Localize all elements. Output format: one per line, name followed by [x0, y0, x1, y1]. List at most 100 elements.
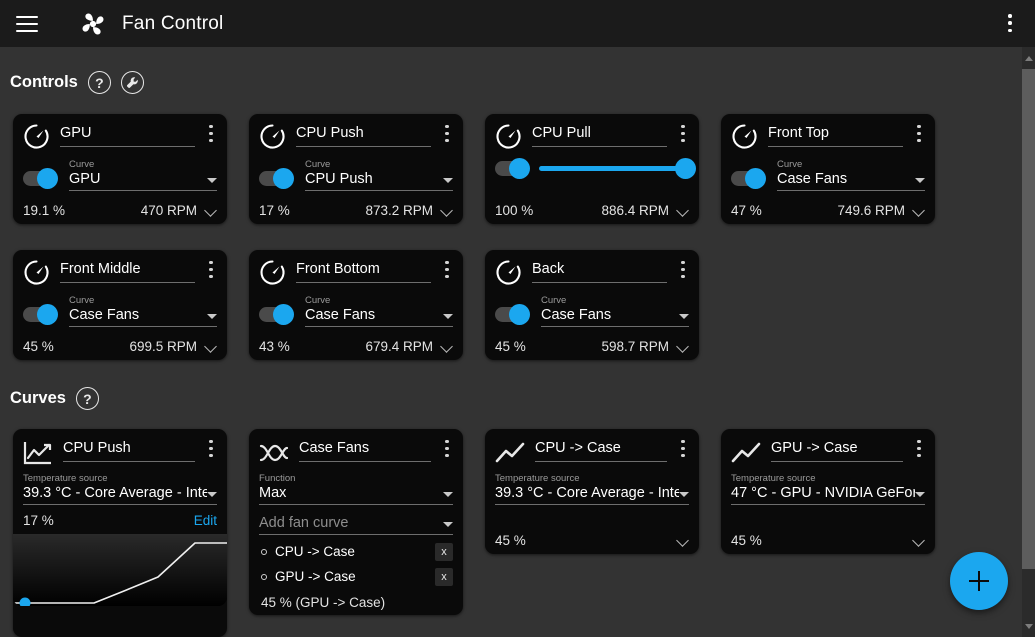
chevron-down-icon[interactable]: [915, 492, 925, 497]
chevron-down-icon[interactable]: [207, 492, 217, 497]
control-enable-toggle[interactable]: [23, 171, 57, 186]
control-enable-toggle[interactable]: [259, 171, 293, 186]
chevron-down-icon[interactable]: [443, 522, 453, 527]
hamburger-menu-icon[interactable]: [16, 16, 38, 32]
chevron-down-icon[interactable]: [443, 178, 453, 183]
controls-help-icon[interactable]: ?: [88, 71, 111, 94]
window-overflow-menu-icon[interactable]: [999, 12, 1021, 34]
expand-chevron-icon[interactable]: [677, 204, 690, 217]
control-enable-toggle[interactable]: [259, 307, 293, 322]
temperature-source-box[interactable]: 39.3 °C - Core Average - Intel Core: [23, 484, 217, 505]
curve-select[interactable]: Curve Case Fans: [777, 159, 925, 191]
remove-item-button[interactable]: x: [435, 568, 453, 586]
list-item[interactable]: GPU -> Case x: [261, 564, 453, 589]
scroll-down-button[interactable]: [1022, 615, 1035, 637]
edit-curve-button[interactable]: Edit: [194, 513, 217, 528]
chevron-down-icon[interactable]: [443, 492, 453, 497]
control-card[interactable]: CPU Pull 100 % 886.4 RPM: [485, 114, 699, 224]
control-card[interactable]: GPU Curve GPU 19.1 % 470 RPM: [13, 114, 227, 224]
add-button[interactable]: [950, 552, 1008, 610]
curve-select[interactable]: Curve Case Fans: [541, 295, 689, 327]
chevron-down-icon[interactable]: [443, 314, 453, 319]
curve-select-box[interactable]: Case Fans: [777, 170, 925, 191]
control-name-input[interactable]: CPU Push: [296, 124, 431, 147]
curve-select-box[interactable]: Case Fans: [305, 306, 453, 327]
chevron-down-icon[interactable]: [207, 178, 217, 183]
control-menu-icon[interactable]: [203, 125, 219, 142]
slider-thumb[interactable]: [675, 158, 696, 179]
curve-select[interactable]: Curve CPU Push: [305, 159, 453, 191]
temperature-source-select[interactable]: Temperature source 39.3 °C - Core Averag…: [13, 467, 227, 505]
curve-select[interactable]: Curve GPU: [69, 159, 217, 191]
curve-menu-icon[interactable]: [675, 440, 691, 457]
control-name-input[interactable]: CPU Pull: [532, 124, 667, 147]
curves-help-icon[interactable]: ?: [76, 387, 99, 410]
control-name-input[interactable]: Front Bottom: [296, 260, 431, 283]
control-card[interactable]: Back Curve Case Fans 45 % 598.7 RPM: [485, 250, 699, 360]
vertical-scrollbar[interactable]: [1022, 47, 1035, 637]
scroll-up-button[interactable]: [1022, 47, 1035, 69]
curve-menu-icon[interactable]: [911, 440, 927, 457]
curve-graph[interactable]: [13, 534, 227, 606]
temperature-source-box[interactable]: 47 °C - GPU - NVIDIA GeForce GTX: [731, 484, 925, 505]
remove-item-button[interactable]: x: [435, 543, 453, 561]
curve-menu-icon[interactable]: [203, 440, 219, 457]
curve-name-input[interactable]: CPU Push: [63, 439, 195, 462]
expand-chevron-icon[interactable]: [441, 204, 454, 217]
control-card[interactable]: Front Bottom Curve Case Fans 43 % 679.4 …: [249, 250, 463, 360]
curve-select-box[interactable]: GPU: [69, 170, 217, 191]
curve-name-input[interactable]: CPU -> Case: [535, 439, 667, 462]
list-item[interactable]: CPU -> Case x: [261, 539, 453, 564]
curve-select[interactable]: Curve Case Fans: [305, 295, 453, 327]
curve-name-input[interactable]: Case Fans: [299, 439, 431, 462]
curve-select-box[interactable]: CPU Push: [305, 170, 453, 191]
control-card[interactable]: CPU Push Curve CPU Push 17 % 873.2 RPM: [249, 114, 463, 224]
expand-chevron-icon[interactable]: [205, 340, 218, 353]
control-menu-icon[interactable]: [675, 125, 691, 142]
chevron-down-icon[interactable]: [207, 314, 217, 319]
expand-chevron-icon[interactable]: [913, 534, 926, 547]
add-fan-curve-select[interactable]: Add fan curve: [249, 505, 463, 535]
speed-slider[interactable]: [539, 166, 687, 171]
expand-chevron-icon[interactable]: [677, 534, 690, 547]
control-menu-icon[interactable]: [675, 261, 691, 278]
control-card[interactable]: Front Top Curve Case Fans 47 % 749.6 RPM: [721, 114, 935, 224]
control-enable-toggle[interactable]: [731, 171, 765, 186]
curve-name-input[interactable]: GPU -> Case: [771, 439, 903, 462]
expand-chevron-icon[interactable]: [441, 340, 454, 353]
curve-card[interactable]: GPU -> Case Temperature source 47 °C - G…: [721, 429, 935, 554]
temperature-source-box[interactable]: 39.3 °C - Core Average - Intel Core: [495, 484, 689, 505]
temperature-source-select[interactable]: Temperature source 47 °C - GPU - NVIDIA …: [721, 467, 935, 505]
control-menu-icon[interactable]: [439, 261, 455, 278]
curve-card[interactable]: CPU Push Temperature source 39.3 °C - Co…: [13, 429, 227, 637]
expand-chevron-icon[interactable]: [913, 204, 926, 217]
control-name-input[interactable]: Back: [532, 260, 667, 283]
expand-chevron-icon[interactable]: [677, 340, 690, 353]
temperature-source-select[interactable]: Temperature source 39.3 °C - Core Averag…: [485, 467, 699, 505]
control-card[interactable]: Front Middle Curve Case Fans 45 % 699.5 …: [13, 250, 227, 360]
curve-card[interactable]: Case Fans Function Max Add fan curve: [249, 429, 463, 615]
curve-menu-icon[interactable]: [439, 440, 455, 457]
function-select[interactable]: Function Max: [249, 467, 463, 505]
curve-card[interactable]: CPU -> Case Temperature source 39.3 °C -…: [485, 429, 699, 554]
control-enable-toggle[interactable]: [23, 307, 57, 322]
chevron-down-icon[interactable]: [679, 314, 689, 319]
expand-chevron-icon[interactable]: [205, 204, 218, 217]
control-menu-icon[interactable]: [203, 261, 219, 278]
curve-select[interactable]: Curve Case Fans: [69, 295, 217, 327]
function-select-box[interactable]: Max: [259, 484, 453, 505]
wrench-icon[interactable]: [121, 71, 144, 94]
control-menu-icon[interactable]: [911, 125, 927, 142]
control-menu-icon[interactable]: [439, 125, 455, 142]
control-name-input[interactable]: Front Top: [768, 124, 903, 147]
control-name-input[interactable]: GPU: [60, 124, 195, 147]
control-enable-toggle[interactable]: [495, 307, 529, 322]
control-enable-toggle[interactable]: [495, 161, 529, 176]
control-name-input[interactable]: Front Middle: [60, 260, 195, 283]
add-fan-curve-box[interactable]: Add fan curve: [259, 514, 453, 535]
curve-select-box[interactable]: Case Fans: [69, 306, 217, 327]
curve-select-box[interactable]: Case Fans: [541, 306, 689, 327]
scrollbar-thumb[interactable]: [1022, 69, 1035, 569]
chevron-down-icon[interactable]: [679, 492, 689, 497]
chevron-down-icon[interactable]: [915, 178, 925, 183]
